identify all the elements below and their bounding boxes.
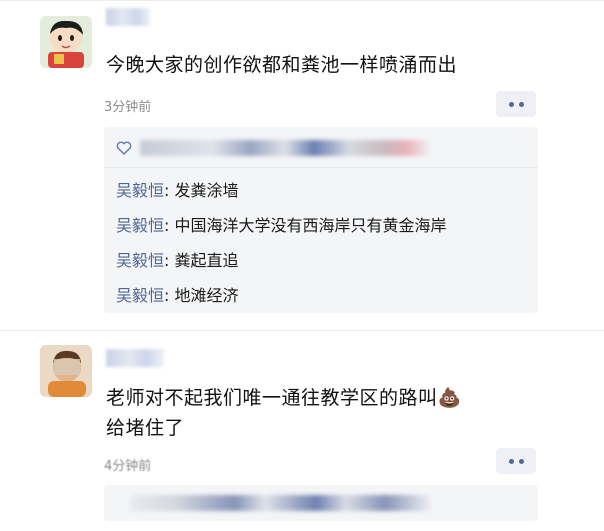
avatar[interactable] [40,16,92,68]
heart-icon [116,141,132,156]
comment-separator: : [164,216,175,235]
likes-row [116,137,430,159]
username-blurred[interactable] [106,349,164,367]
likes-comments-box-blurred [104,485,538,521]
more-actions-button[interactable] [496,91,536,117]
dot-icon [508,101,514,107]
post-time: 4分钟前 [104,459,152,474]
post-content-line2: 给堵住了 [106,417,185,439]
child-photo-avatar-icon [40,345,92,397]
comment-author[interactable]: 吴毅恒 [116,286,164,305]
comment-text: 发粪涂墙 [174,181,239,200]
cartoon-boy-avatar-icon [40,16,92,68]
dot-icon [508,458,514,464]
comment-text: 地滩经济 [174,286,239,305]
comment-separator: : [164,251,175,270]
comment-separator: : [164,181,175,200]
likes-names-blurred [130,495,430,511]
username-blurred[interactable] [106,8,150,26]
more-actions-button[interactable] [496,448,536,474]
post-content: 今晚大家的创作欲都和粪池一样喷涌而出 [106,54,458,76]
poop-emoji-icon: 💩 [437,387,462,409]
moments-post-1: 今晚大家的创作欲都和粪池一样喷涌而出 3分钟前 吴毅恒: 发粪涂墙 吴毅恒: 中… [0,0,604,330]
post-content: 老师对不起我们唯一通往教学区的路叫💩 给堵住了 [106,383,526,443]
likes-divider [104,167,538,168]
post-time: 3分钟前 [104,100,152,115]
post-content-line1: 老师对不起我们唯一通往教学区的路叫 [106,387,438,409]
likes-comments-box: 吴毅恒: 发粪涂墙 吴毅恒: 中国海洋大学没有西海岸只有黄金海岸 吴毅恒: 粪起… [104,127,538,313]
comment-author[interactable]: 吴毅恒 [116,251,164,270]
dot-icon [518,101,524,107]
comment-item[interactable]: 吴毅恒: 地滩经济 [116,282,239,306]
comment-author[interactable]: 吴毅恒 [116,216,164,235]
dot-icon [518,458,524,464]
avatar[interactable] [40,345,92,397]
comment-text: 粪起直追 [174,251,239,270]
comment-author[interactable]: 吴毅恒 [116,181,164,200]
comment-item[interactable]: 吴毅恒: 发粪涂墙 [116,177,239,201]
comment-text: 中国海洋大学没有西海岸只有黄金海岸 [174,216,447,235]
likes-names-blurred [140,140,430,156]
comment-separator: : [164,286,175,305]
comment-item[interactable]: 吴毅恒: 中国海洋大学没有西海岸只有黄金海岸 [116,212,447,236]
comment-item[interactable]: 吴毅恒: 粪起直追 [116,247,239,271]
